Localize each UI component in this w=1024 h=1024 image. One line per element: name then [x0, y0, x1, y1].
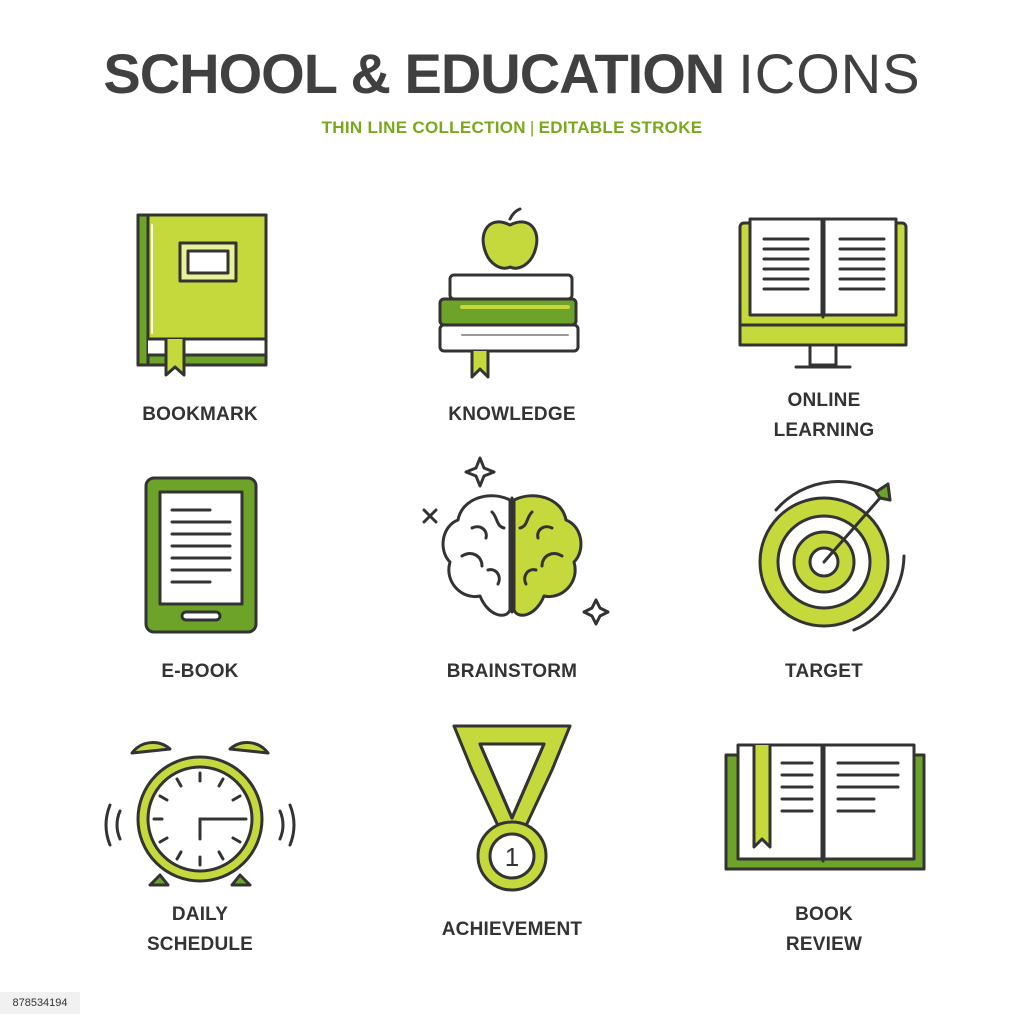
icon-cell-target [704, 470, 944, 640]
label-online-learning-line2: LEARNING [773, 420, 875, 441]
icon-cell-brainstorm [392, 450, 632, 640]
medal-icon: 1 [452, 724, 572, 892]
icon-cell-daily-schedule [80, 735, 320, 895]
book-bookmark-icon [136, 213, 268, 377]
target-arrow-icon [758, 480, 906, 632]
label-target: TARGET [785, 661, 863, 682]
label-book-review: BOOK REVIEW [704, 900, 944, 960]
brain-icon [422, 456, 610, 626]
medal-number: 1 [505, 842, 519, 872]
label-knowledge: KNOWLEDGE [448, 404, 576, 425]
books-apple-icon [438, 207, 580, 379]
label-brainstorm: BRAINSTORM [446, 661, 578, 682]
label-book-review-line1: BOOK [795, 904, 853, 925]
label-online-learning: ONLINE LEARNING [704, 386, 944, 446]
icon-cell-knowledge [392, 205, 632, 385]
label-online-learning-line1: ONLINE [787, 390, 861, 411]
icon-cell-achievement: 1 [392, 720, 632, 900]
icon-grid: BOOKMARK KNOWLEDGE ONLINE LEARNING E-BOO… [0, 0, 1024, 1024]
label-achievement: ACHIEVEMENT [441, 919, 583, 940]
open-book-review-icon [724, 743, 926, 871]
image-id-badge: 878534194 [0, 992, 80, 1014]
label-bookmark: BOOKMARK [142, 404, 258, 425]
tablet-reader-icon [144, 476, 258, 634]
icon-cell-online-learning [704, 205, 944, 385]
label-daily-schedule-line2: SCHEDULE [146, 934, 254, 955]
alarm-clock-icon [104, 741, 296, 887]
label-daily-schedule: DAILY SCHEDULE [80, 900, 320, 960]
icon-cell-e-book [80, 470, 320, 640]
icon-cell-bookmark [80, 205, 320, 385]
label-e-book: E-BOOK [161, 661, 239, 682]
label-book-review-line2: REVIEW [785, 934, 863, 955]
label-daily-schedule-line1: DAILY [171, 904, 229, 925]
monitor-book-icon [738, 217, 908, 369]
icon-cell-book-review [704, 735, 944, 885]
